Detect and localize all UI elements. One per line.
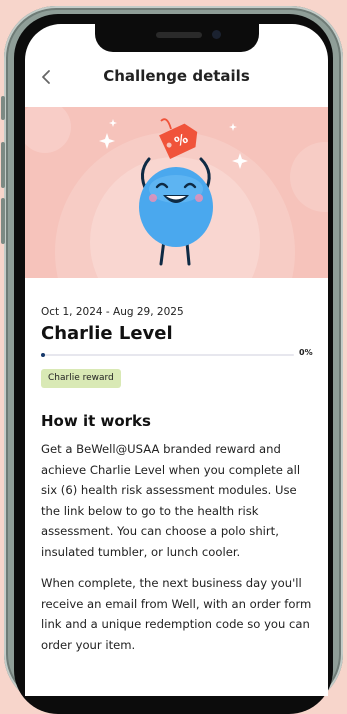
mute-switch — [1, 96, 5, 120]
challenge-name: Charlie Level — [41, 323, 173, 344]
progress-fill — [41, 353, 45, 357]
volume-up-button — [1, 142, 5, 188]
app-screen: Challenge details % Oct 1, 2024 - Aug 29… — [25, 24, 328, 696]
reward-badge: Charlie reward — [41, 369, 121, 388]
how-it-works-paragraph-1: Get a BeWell@USAA branded reward and ach… — [41, 442, 301, 559]
speaker-grille — [156, 32, 202, 38]
how-it-works-heading: How it works — [41, 412, 151, 430]
phone-notch — [95, 24, 259, 52]
volume-down-button — [1, 198, 5, 244]
mascot — [139, 167, 213, 247]
page-title: Challenge details — [103, 67, 250, 85]
front-camera — [212, 30, 221, 39]
progress-percent: 0% — [299, 348, 313, 357]
how-it-works-paragraph-2: When complete, the next business day you… — [41, 576, 312, 652]
progress-bar — [41, 353, 294, 357]
hero-illustration: % — [25, 107, 328, 278]
hero-banner: % — [25, 107, 328, 278]
challenge-dates: Oct 1, 2024 - Aug 29, 2025 — [41, 306, 184, 318]
